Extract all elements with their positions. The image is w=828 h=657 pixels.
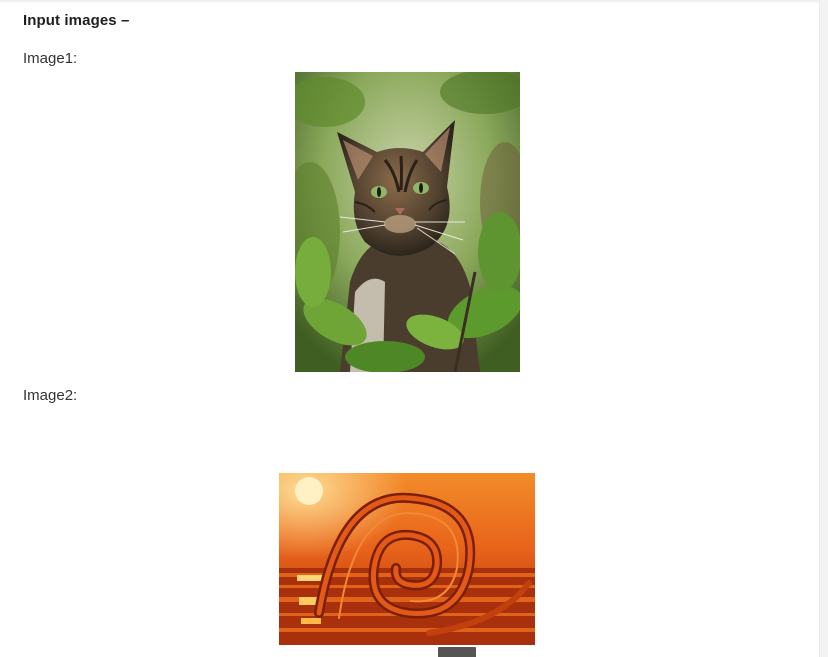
image1-cat-photo: [295, 72, 520, 372]
image2-sunset-photo: [279, 473, 535, 645]
bottom-button-partial[interactable]: [438, 647, 476, 657]
image2-label: Image2:: [23, 387, 78, 404]
page: Input images – Image1: Image2:: [0, 0, 828, 657]
section-heading: Input images –: [23, 12, 130, 29]
scrollbar[interactable]: [819, 0, 828, 657]
top-divider: [0, 0, 820, 4]
image1-label: Image1:: [23, 50, 78, 67]
